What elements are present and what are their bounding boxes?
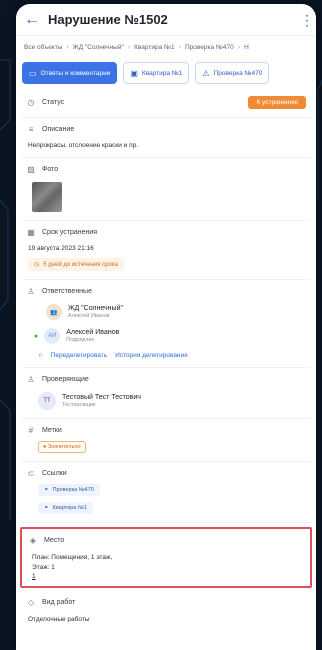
mark-tag[interactable]: ● Значительно [38,441,86,453]
person-name: Тестовый Тест Тестович [62,394,141,401]
chevron-right-icon: › [178,43,181,51]
avatar: 👥 [46,304,62,320]
chat-icon: ▭ [29,68,37,78]
tab-comments[interactable]: ▭ Ответы и комментарии [22,62,118,84]
deadline-chip-text: 5 дней до истечения срока [43,261,118,268]
responsible-person: 👥 ЖД "Солнечный" Алексей Иванов [46,304,306,320]
inspector-person: ТТ Тестовый Тест Тестович Тестировщик [38,392,306,410]
section-label: Место [44,536,65,544]
description-section: ≡ Описание Непрокрасы, отслоение краски … [22,118,310,158]
user-icon: ♙ [27,374,35,384]
chevron-right-icon: › [237,43,241,51]
breadcrumb-item[interactable]: ЖД "Солнечный" [73,44,124,51]
tab-label: Проверка №470 [213,69,263,77]
link-icon: ⚭ [44,505,49,511]
chevron-right-icon: › [127,43,131,51]
section-label: Статус [42,99,65,106]
person-name: Алексей Иванов [66,329,120,336]
link-chip-text: Квартира №1 [52,505,87,511]
responsible-section: ♙ Ответственные 👥 ЖД "Солнечный" Алексей… [22,280,310,368]
section-label: Фото [42,165,59,173]
status-badge[interactable]: К устранению [248,96,306,109]
section-label: Срок устранения [42,228,98,236]
user-icon: ♙ [27,286,35,296]
details-list: ◷ Статус К устранению ≡ Описание Непрокр… [16,90,316,631]
link-icon: ⊂ [27,468,35,478]
place-text: План: Помещения, 1 этаж, Этаж: 1 [32,553,304,573]
work-type-text: Отделочные работы [28,615,90,623]
more-menu-icon[interactable]: ⋮ [300,13,314,27]
hash-icon: # [28,425,34,435]
avatar: АИ [44,328,61,344]
section-label: Проверяющие [42,375,89,383]
clock-icon: ◷ [34,262,40,268]
redelegate-link[interactable]: Переделегировать [51,352,107,359]
deadline-date: 19 августа 2023 21:16 [28,245,94,252]
link-chip[interactable]: ⚭ Проверка №470 [38,484,100,496]
links-section: ⊂ Ссылки ⚭ Проверка №470 ⚭ Квартира №1 [22,462,310,523]
person-role: Тестировщик [62,402,96,408]
top-bar: ← Нарушение №1502 ⋮ [16,4,316,36]
tab-label: Квартира №1 [141,69,183,77]
image-icon: ▨ [27,164,35,174]
text-lines-icon: ≡ [28,124,34,134]
calendar-icon: ▦ [27,227,35,237]
person-role: Алексей Иванов [68,313,110,319]
breadcrumb-item[interactable]: Н [244,44,249,51]
place-section: ◈ Место План: Помещения, 1 этаж, Этаж: 1… [20,527,312,588]
section-label: Ответственные [42,287,92,295]
status-icon: ◷ [27,98,35,107]
responsible-person: ● АИ Алексей Иванов Подрядчик [34,328,306,344]
responsible-actions: ∩ Переделегировать История делегирования [38,352,306,359]
link-chip-text: Проверка №470 [52,487,94,493]
breadcrumb-item[interactable]: Проверка №470 [185,44,234,51]
tab-apartment[interactable]: ▣ Квартира №1 [123,62,190,84]
place-line: Этаж: 1 [32,563,55,571]
breadcrumb: Все объекты › ЖД "Солнечный" › Квартира … [16,36,316,58]
tab-inspection[interactable]: ⚠ Проверка №470 [195,62,270,84]
location-pin-icon: ◈ [29,535,37,545]
section-label: Описание [42,125,75,133]
photo-section: ▨ Фото [22,158,310,221]
photo-thumbnail[interactable] [32,182,62,212]
chevron-right-icon: › [66,43,69,51]
page-title: Нарушение №1502 [48,12,168,27]
work-type-section: ◇ Вид работ Отделочные работы [22,592,310,631]
deadline-section: ▦ Срок устранения 19 августа 2023 21:16 … [22,221,310,280]
back-arrow-icon[interactable]: ← [24,11,42,29]
link-chip[interactable]: ⚭ Квартира №1 [38,502,93,514]
section-label: Метки [42,426,62,434]
apartment-icon: ▣ [130,68,138,78]
breadcrumb-item[interactable]: Квартира №1 [134,44,175,51]
delegation-history-link[interactable]: История делегирования [115,352,188,359]
tab-bar: ▭ Ответы и комментарии ▣ Квартира №1 ⚠ П… [16,58,316,90]
section-label: Ссылки [42,469,67,477]
headset-icon: ∩ [38,352,43,359]
status-section: ◷ Статус К устранению [22,90,310,118]
avatar: ТТ [38,392,56,410]
tool-icon: ◇ [27,598,35,607]
person-name: ЖД "Солнечный" [68,305,123,312]
warning-icon: ⚠ [202,68,210,78]
tab-label: Ответы и комментарии [40,69,111,77]
place-link[interactable]: 1 [32,573,304,580]
inspectors-section: ♙ Проверяющие ТТ Тестовый Тест Тестович … [22,368,310,419]
check-icon: ● [34,332,39,340]
person-role: Подрядчик [66,337,94,343]
description-text: Непрокрасы, отслоение краски и пр. [28,142,139,149]
marks-section: # Метки ● Значительно [22,419,310,462]
mark-tag-text: Значительно [47,444,81,450]
section-label: Вид работ [42,599,76,606]
place-line: План: Помещения, 1 этаж, [32,554,113,561]
deadline-chip: ◷ 5 дней до истечения срока [28,258,124,271]
link-icon: ⚭ [44,487,49,493]
mobile-screen: ← Нарушение №1502 ⋮ Все объекты › ЖД "Со… [16,4,316,650]
breadcrumb-item[interactable]: Все объекты [24,44,62,51]
